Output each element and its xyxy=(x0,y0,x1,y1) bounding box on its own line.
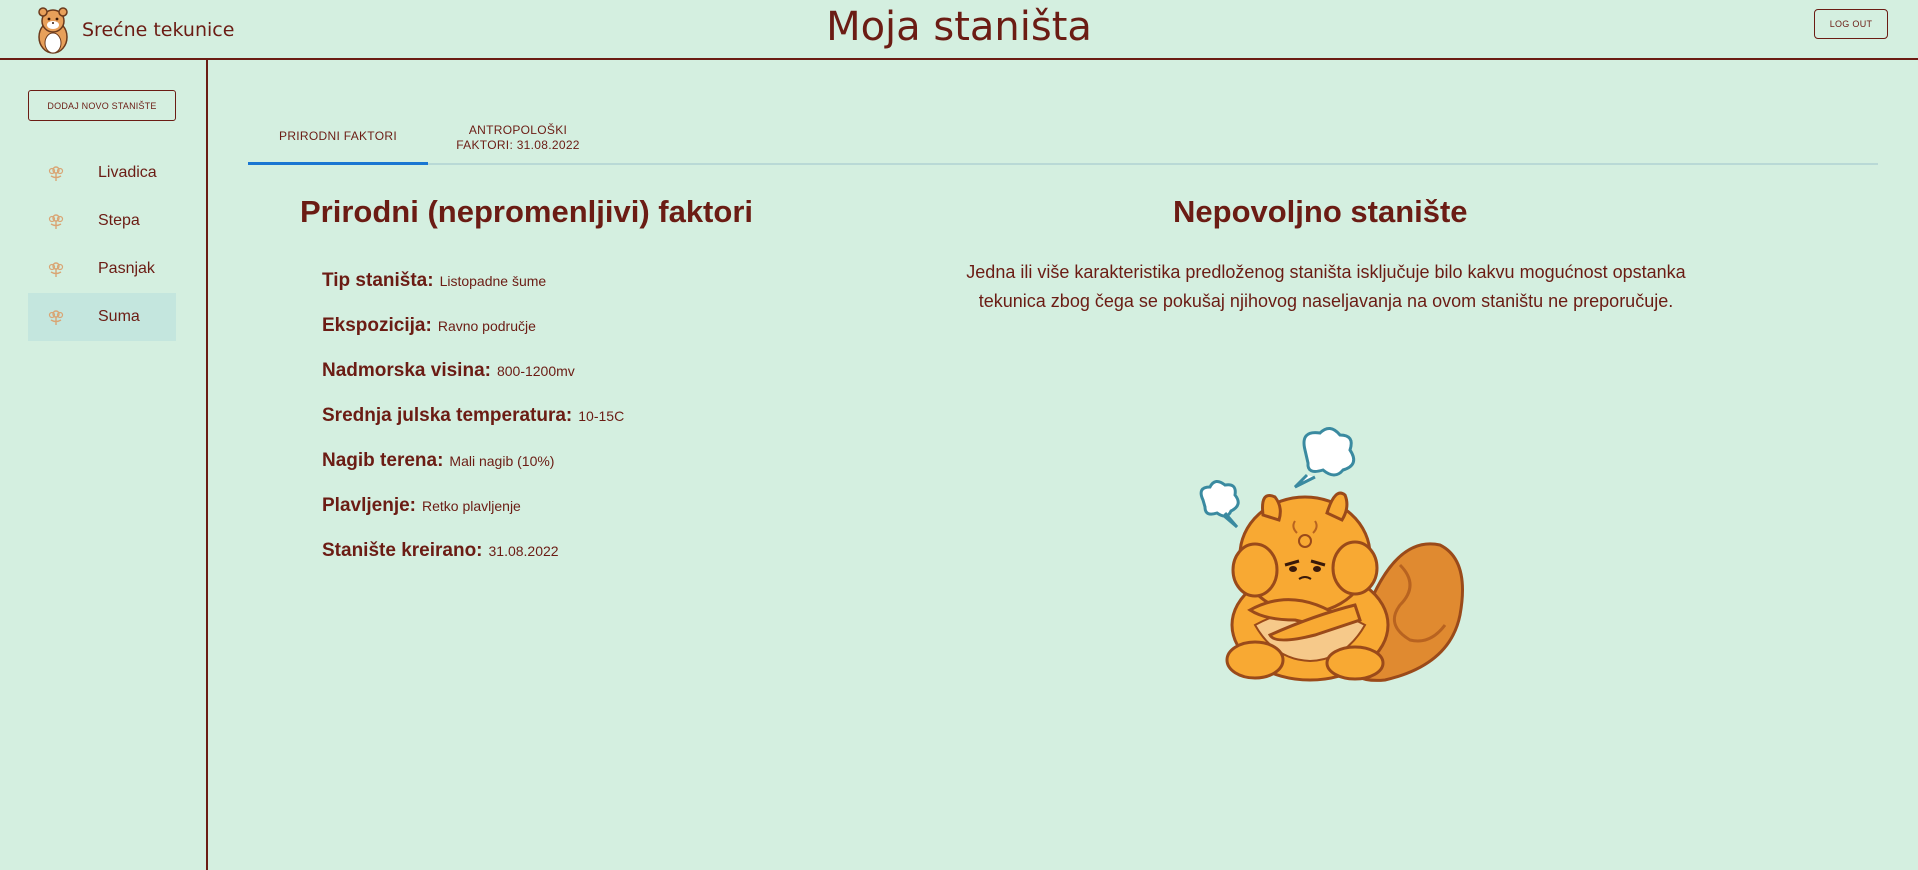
sidebar: DODAJ NOVO STANIŠTE Livadica Stepa Pasnj… xyxy=(0,60,208,870)
sidebar-item-label: Suma xyxy=(98,308,140,325)
assessment-title: Nepovoljno stanište xyxy=(1173,194,1468,229)
fact-label: Srednja julska temperatura: xyxy=(322,405,573,426)
natural-factors-title: Prirodni (nepromenljivi) faktori xyxy=(300,194,753,229)
tab-label-line1: ANTROPOLOŠKI xyxy=(468,122,568,137)
fact-exposition: Ekspozicija: Ravno područje xyxy=(322,315,822,360)
sidebar-item-label: Stepa xyxy=(98,212,140,229)
flower-icon xyxy=(48,166,64,181)
logout-button[interactable]: LOG OUT xyxy=(1814,9,1888,39)
fact-label: Nagib terena: xyxy=(322,450,444,471)
fact-altitude: Nadmorska visina: 800-1200mv xyxy=(322,360,822,405)
flower-icon xyxy=(48,310,64,325)
sidebar-item-livadica[interactable]: Livadica xyxy=(28,149,176,197)
page-title: Moja staništa xyxy=(826,4,1092,50)
sidebar-item-stepa[interactable]: Stepa xyxy=(28,197,176,245)
assessment-description: Jedna ili više karakteristika predloženo… xyxy=(966,262,1686,311)
fact-label: Stanište kreirano: xyxy=(322,540,483,561)
tab-natural-factors[interactable]: PRIRODNI FAKTORI xyxy=(248,110,428,165)
fact-created: Stanište kreirano: 31.08.2022 xyxy=(322,540,822,585)
fact-slope: Nagib terena: Mali nagib (10%) xyxy=(322,450,822,495)
fact-label: Ekspozicija: xyxy=(322,315,432,336)
add-habitat-button[interactable]: DODAJ NOVO STANIŠTE xyxy=(28,90,176,121)
fact-july-temperature: Srednja julska temperatura: 10-15C xyxy=(322,405,822,450)
flower-icon xyxy=(48,214,64,229)
facts-list: Tip staništa: Listopadne šume Ekspozicij… xyxy=(322,270,822,585)
flower-icon xyxy=(48,262,64,277)
fact-value: Listopadne šume xyxy=(439,273,547,289)
fact-label: Plavljenje: xyxy=(322,495,416,516)
fact-value: Mali nagib (10%) xyxy=(449,453,555,469)
fact-habitat-type: Tip staništa: Listopadne šume xyxy=(322,270,822,315)
habitat-list: Livadica Stepa Pasnjak Suma xyxy=(28,149,176,341)
sidebar-item-label: Pasnjak xyxy=(98,260,155,277)
fact-value: Ravno područje xyxy=(437,318,536,334)
tab-anthropological-factors[interactable]: ANTROPOLOŠKI FAKTORI: 31.08.2022 xyxy=(428,110,608,165)
fact-value: Retko plavljenje xyxy=(422,498,521,514)
fact-value: 10-15C xyxy=(578,408,625,424)
fact-label: Nadmorska visina: xyxy=(322,360,491,381)
fact-label: Tip staništa: xyxy=(322,270,434,291)
fact-flooding: Plavljenje: Retko plavljenje xyxy=(322,495,822,540)
top-bar: Srećne tekunice Moja staništa LOG OUT xyxy=(0,0,1918,60)
tab-label-line2: FAKTORI: 31.08.2022 xyxy=(456,137,580,152)
factor-tabs: PRIRODNI FAKTORI ANTROPOLOŠKI FAKTORI: 3… xyxy=(248,110,1878,165)
sidebar-item-pasnjak[interactable]: Pasnjak xyxy=(28,245,176,293)
tab-label: ANTROPOLOŠKI FAKTORI: 31.08.2022 xyxy=(456,123,580,153)
tab-label: PRIRODNI FAKTORI xyxy=(279,128,397,143)
fact-value: 800-1200mv xyxy=(496,363,575,379)
sidebar-item-label: Livadica xyxy=(98,164,157,181)
fact-value: 31.08.2022 xyxy=(488,543,559,559)
angry-squirrel-illustration xyxy=(1199,427,1464,682)
sidebar-item-suma[interactable]: Suma xyxy=(28,293,176,341)
